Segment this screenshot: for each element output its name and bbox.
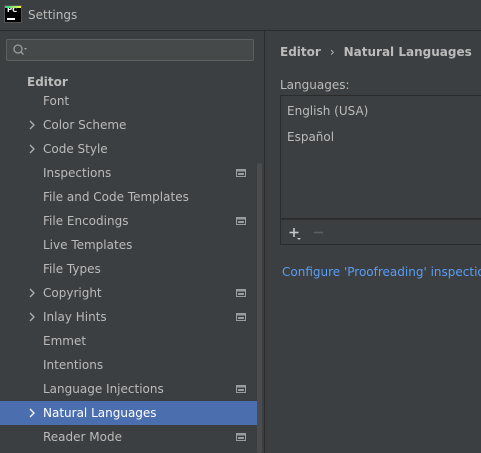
sidebar-item-label: Copyright [43,286,102,300]
chevron-right-icon[interactable] [27,144,37,154]
sidebar-item-font[interactable]: Font [0,89,262,113]
chevron-right-icon[interactable] [27,312,37,322]
logo-bar [7,18,15,20]
sidebar-item-inlay-hints[interactable]: Inlay Hints [0,305,262,329]
breadcrumb-separator: › [329,45,335,59]
sidebar-item-label: Inspections [43,166,112,180]
plus-icon[interactable] [287,225,303,241]
sidebar-item-file-types[interactable]: File Types [0,257,262,281]
sidebar-item-code-style[interactable]: Code Style [0,137,262,161]
sidebar-item-natural-languages[interactable]: Natural Languages [0,401,262,425]
configure-proofreading-link[interactable]: Configure 'Proofreading' inspection... [282,265,481,279]
sidebar-item-live-templates[interactable]: Live Templates [0,233,262,257]
settings-sidebar: Editor Font Color Scheme Code Style Inspect… [0,31,265,453]
sidebar-item-language-injections[interactable]: Language Injections [0,377,262,401]
sidebar-item-label: Live Templates [43,238,133,252]
sidebar-item-label: Font [43,94,70,108]
sidebar-item-copyright[interactable]: Copyright [0,281,262,305]
sidebar-item-label: Intentions [43,358,104,372]
breadcrumb-item-current: Natural Languages [343,45,472,59]
sidebar-item-file-and-code-templates[interactable]: File and Code Templates [0,185,262,209]
sidebar-item-label: Emmet [43,334,87,348]
sidebar-item-label: Language Injections [43,382,164,396]
breadcrumb: Editor › Natural Languages [280,45,472,59]
chevron-right-icon[interactable] [27,288,37,298]
sidebar-item-reader-mode[interactable]: Reader Mode [0,425,262,449]
project-level-icon [236,169,246,177]
title-bar: PC Settings [0,0,481,31]
sidebar-item-inspections[interactable]: Inspections [0,161,262,185]
project-level-icon [236,217,246,225]
sidebar-item-label: File Encodings [43,214,129,228]
sidebar-item-color-scheme[interactable]: Color Scheme [0,113,262,137]
chevron-right-icon[interactable] [27,120,37,130]
minus-icon[interactable] [311,225,327,241]
logo-stripe [5,6,21,8]
languages-label: Languages: [280,78,350,92]
search-icon[interactable] [12,43,28,57]
project-level-icon [236,433,246,441]
sidebar-scrollbar[interactable] [257,163,262,453]
sidebar-item-emmet[interactable]: Emmet [0,329,262,353]
sidebar-item-label: Code Style [43,142,108,156]
chevron-right-icon[interactable] [27,408,37,418]
sidebar-item-intentions[interactable]: Intentions [0,353,262,377]
languages-list[interactable]: English (USA) Español [280,95,481,219]
breadcrumb-item-editor[interactable]: Editor [280,45,321,59]
languages-toolbar [280,219,481,245]
settings-content: Editor › Natural Languages Languages: En… [265,31,481,453]
window-title: Settings [28,8,78,22]
sidebar-item-label: File Types [43,262,101,276]
list-item-english[interactable]: English (USA) [287,104,368,118]
project-level-icon [236,385,246,393]
sidebar-item-label: Natural Languages [43,406,157,420]
project-level-icon [236,313,246,321]
sidebar-item-label: Reader Mode [43,430,122,444]
project-level-icon [236,289,246,297]
search-box[interactable] [6,39,254,61]
search-input[interactable] [29,41,249,59]
sidebar-item-label: Color Scheme [43,118,127,132]
settings-tree: Font Color Scheme Code Style Inspections Fil… [0,89,262,449]
pycharm-logo-icon: PC [4,5,22,23]
sidebar-item-file-encodings[interactable]: File Encodings [0,209,262,233]
tree-section-editor[interactable]: Editor [27,75,68,89]
sidebar-item-label: File and Code Templates [43,190,189,204]
list-item-espanol[interactable]: Español [287,130,334,144]
sidebar-item-label: Inlay Hints [43,310,107,324]
